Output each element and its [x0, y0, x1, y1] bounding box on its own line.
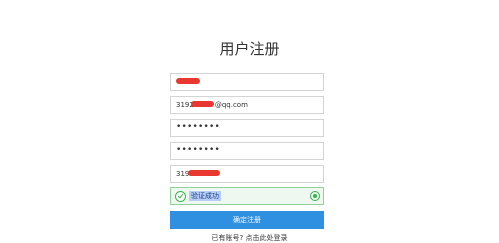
- check-circle-icon: [175, 191, 186, 202]
- register-button[interactable]: 确定注册: [170, 211, 324, 229]
- username-field[interactable]: [170, 73, 324, 91]
- phone-redaction: [188, 170, 220, 176]
- email-field[interactable]: 3192 @qq.com: [170, 96, 324, 114]
- page-title: 用户注册: [219, 40, 280, 58]
- confirm-password-field[interactable]: ••••••••: [170, 142, 324, 160]
- refresh-icon[interactable]: [310, 191, 320, 201]
- password-field[interactable]: ••••••••: [170, 119, 324, 137]
- captcha-widget[interactable]: 验证成功: [170, 187, 324, 205]
- username-redaction: [176, 78, 200, 84]
- password-value: ••••••••: [176, 122, 221, 132]
- email-suffix: @qq.com: [214, 101, 248, 109]
- phone-field[interactable]: 319: [170, 165, 324, 183]
- confirm-password-value: ••••••••: [176, 145, 221, 155]
- login-link[interactable]: 已有账号? 点击此处登录: [0, 234, 499, 243]
- captcha-status: 验证成功: [189, 191, 221, 201]
- email-redaction: [191, 101, 214, 107]
